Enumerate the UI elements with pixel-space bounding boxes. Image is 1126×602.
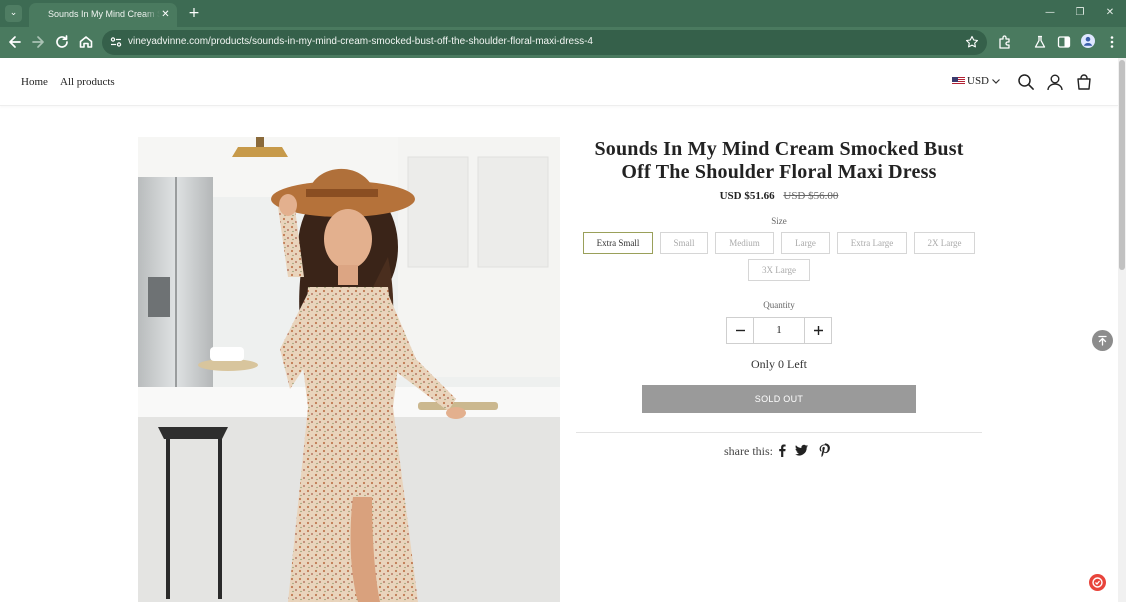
facebook-icon[interactable] <box>775 443 790 458</box>
sold-out-button[interactable]: SOLD OUT <box>642 385 916 413</box>
back-to-top-button[interactable] <box>1092 330 1113 351</box>
labs-flask-icon[interactable] <box>1032 34 1048 50</box>
chat-icon <box>1092 577 1103 588</box>
bookmark-star-icon[interactable] <box>965 35 979 49</box>
quantity-input[interactable]: 1 <box>754 318 804 343</box>
product-title: Sounds In My Mind Cream Smocked Bust Off… <box>594 138 964 183</box>
forward-icon[interactable] <box>28 32 48 52</box>
share-label: share this: <box>724 444 773 458</box>
tab-list-button[interactable]: ⌄ <box>5 5 22 22</box>
twitter-icon[interactable] <box>794 443 809 458</box>
browser-menu-icon[interactable] <box>1104 34 1120 50</box>
plus-icon <box>814 326 823 335</box>
product-photo <box>138 137 560 602</box>
pinterest-icon[interactable] <box>817 443 832 458</box>
url-text[interactable]: vineyadvinne.com/products/sounds-in-my-m… <box>128 36 593 47</box>
account-icon[interactable] <box>1046 73 1064 91</box>
size-option-extra-small[interactable]: Extra Small <box>583 232 653 254</box>
page-scrollbar[interactable] <box>1118 58 1126 602</box>
back-icon[interactable] <box>5 32 25 52</box>
arrow-up-icon <box>1098 335 1107 346</box>
sale-price: USD $51.66 <box>719 190 775 202</box>
size-option-2x-large[interactable]: 2X Large <box>914 232 975 254</box>
size-option-medium[interactable]: Medium <box>715 232 774 254</box>
currency-label: USD <box>967 75 990 87</box>
tab-title: Sounds In My Mind Cream Smocked Bust Off… <box>48 9 160 19</box>
size-option-extra-large[interactable]: Extra Large <box>837 232 907 254</box>
extensions-icon[interactable] <box>997 34 1013 50</box>
scrollbar-thumb[interactable] <box>1119 60 1125 270</box>
size-option-3x-large[interactable]: 3X Large <box>748 259 810 281</box>
nav-all-products-link[interactable]: All products <box>60 76 115 88</box>
site-header: Home All products USD <box>0 58 1118 106</box>
home-icon[interactable] <box>76 32 96 52</box>
quantity-decrease-button[interactable] <box>727 318 754 343</box>
profile-avatar-icon[interactable] <box>1081 34 1095 48</box>
us-flag-icon <box>952 77 965 85</box>
tab-close-icon[interactable]: ✕ <box>158 7 173 22</box>
quantity-label: Quantity <box>763 300 795 310</box>
browser-tab-bar: ⌄ Sounds In My Mind Cream Smocked Bust O… <box>0 0 1126 27</box>
size-label: Size <box>771 216 787 226</box>
chat-widget-button[interactable] <box>1089 574 1106 591</box>
search-icon[interactable] <box>1017 73 1035 91</box>
window-close-button[interactable]: ✕ <box>1096 4 1124 22</box>
address-bar[interactable]: vineyadvinne.com/products/sounds-in-my-m… <box>102 30 987 55</box>
size-option-small[interactable]: Small <box>660 232 708 254</box>
quantity-stepper: 1 <box>726 317 832 344</box>
compare-at-price: USD $56.00 <box>783 190 839 202</box>
divider <box>576 432 982 433</box>
restore-button[interactable]: ❐ <box>1066 4 1094 22</box>
browser-tab-active[interactable]: Sounds In My Mind Cream Smocked Bust Off… <box>29 3 177 27</box>
side-panel-icon[interactable] <box>1056 34 1072 50</box>
reload-icon[interactable] <box>52 32 72 52</box>
size-option-large[interactable]: Large <box>781 232 830 254</box>
minimize-button[interactable]: — <box>1036 4 1064 22</box>
product-image[interactable] <box>138 137 560 602</box>
price-block: USD $51.66 USD $56.00 <box>578 190 980 202</box>
quantity-increase-button[interactable] <box>804 318 831 343</box>
chevron-down-icon <box>992 79 1000 84</box>
nav-home-link[interactable]: Home <box>21 76 48 88</box>
browser-toolbar: vineyadvinne.com/products/sounds-in-my-m… <box>0 27 1126 58</box>
minus-icon <box>736 329 745 332</box>
new-tab-button[interactable]: + <box>186 5 202 21</box>
cart-icon[interactable] <box>1075 73 1093 91</box>
stock-status: Only 0 Left <box>751 357 807 371</box>
site-info-icon[interactable] <box>109 35 123 49</box>
